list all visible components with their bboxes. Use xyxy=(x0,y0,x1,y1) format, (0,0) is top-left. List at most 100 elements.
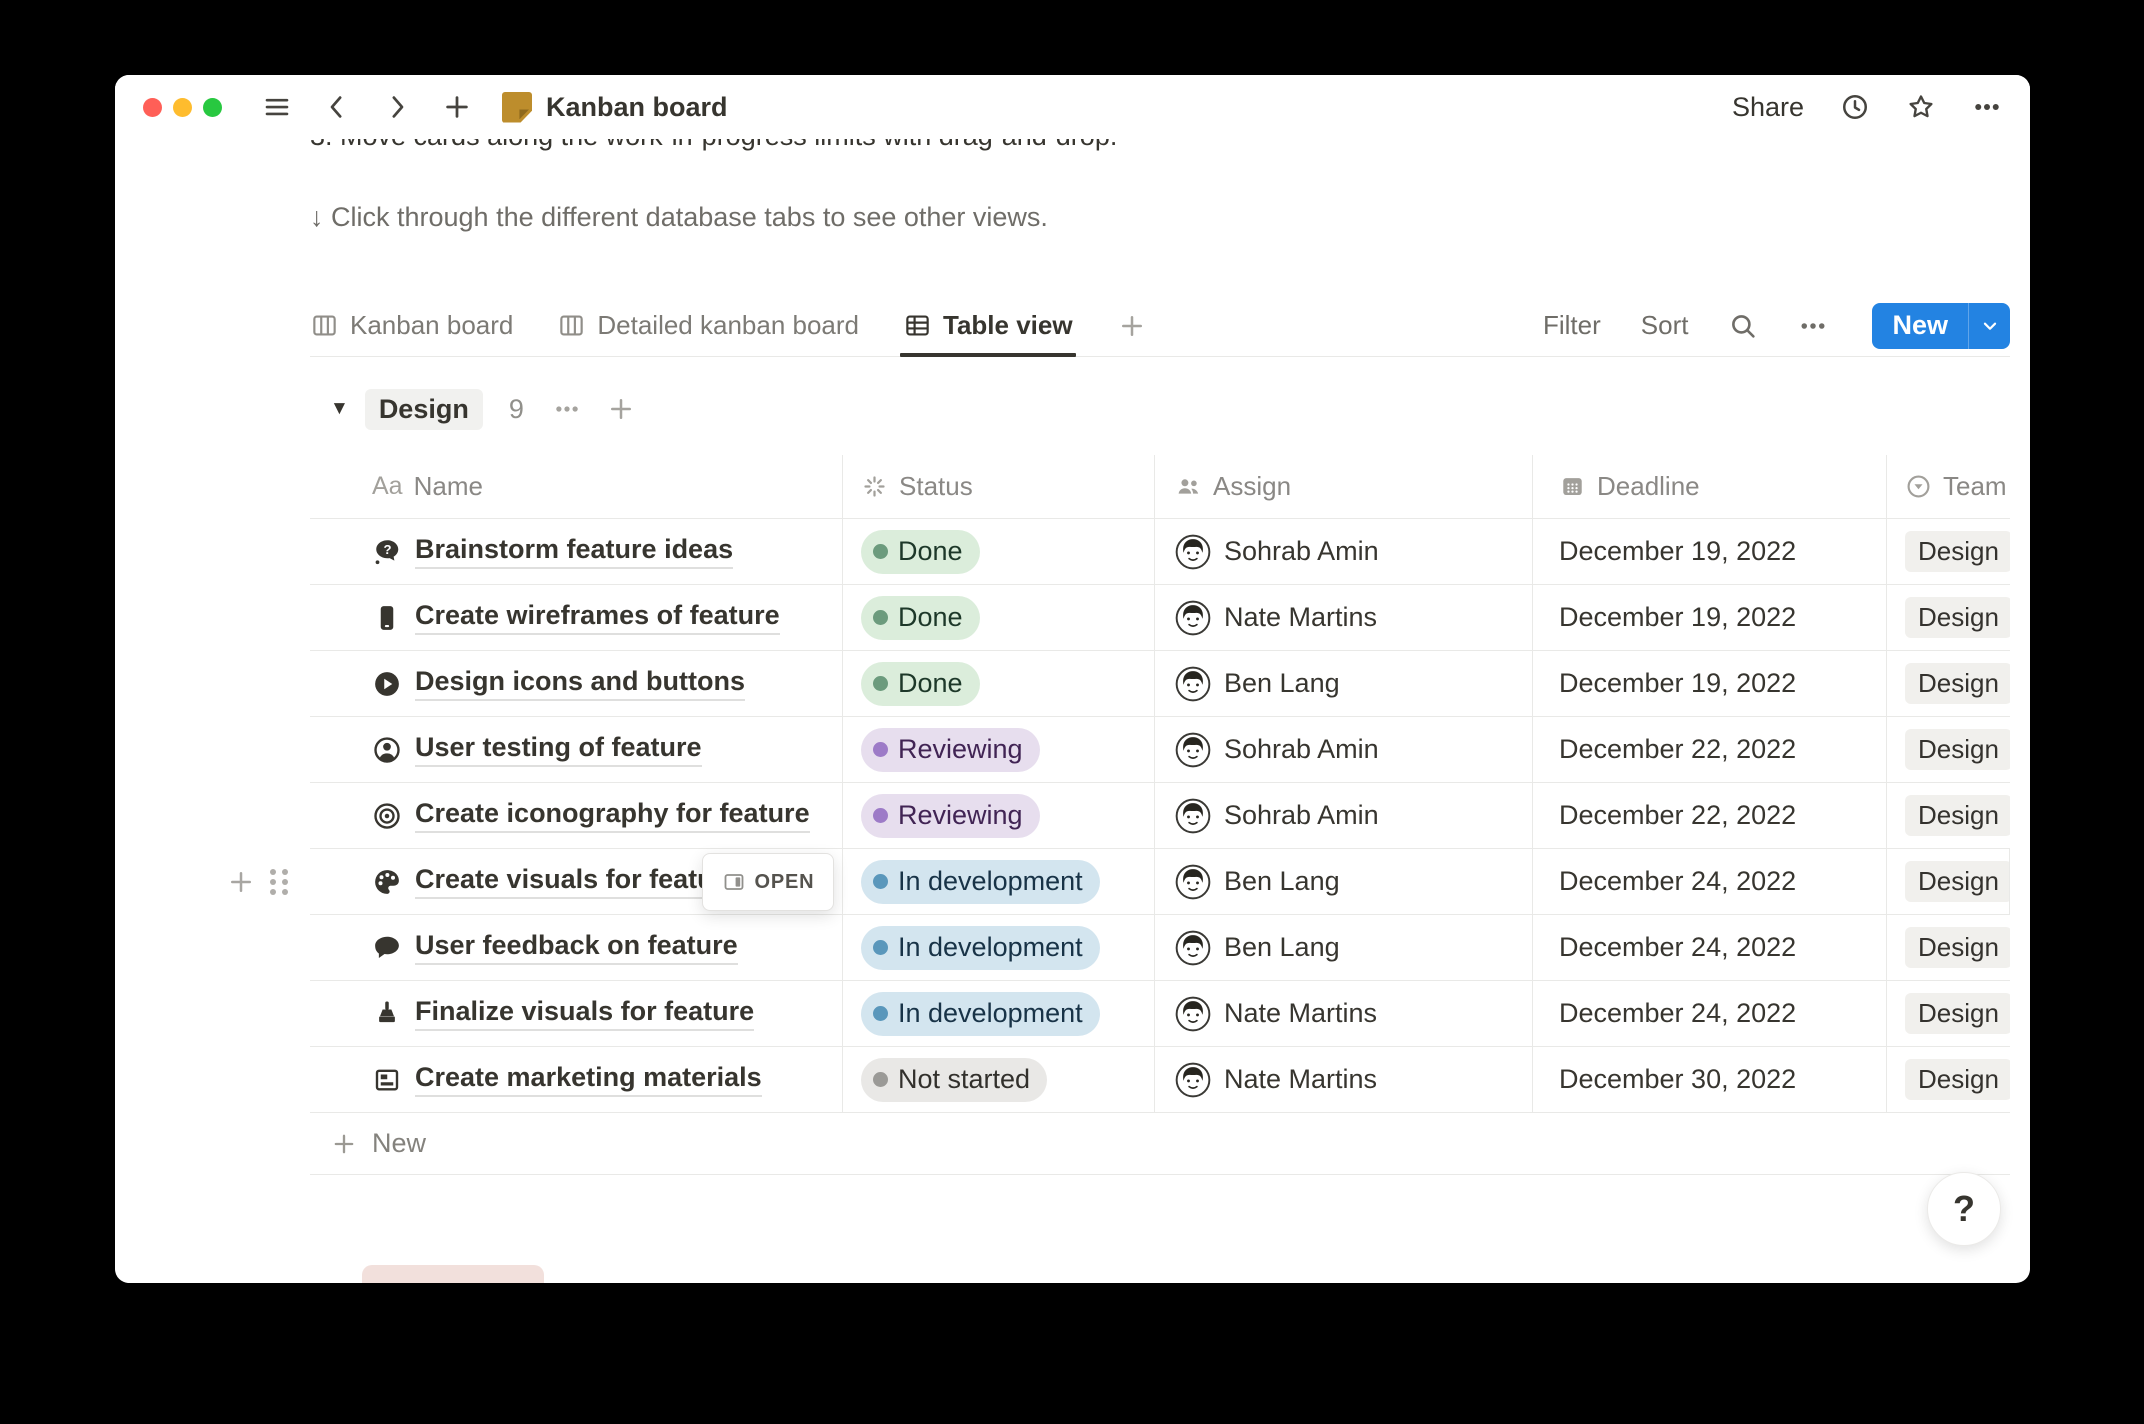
column-header-name[interactable]: AaName xyxy=(310,455,843,518)
task-title[interactable]: User feedback on feature xyxy=(415,930,738,965)
task-name-cell[interactable]: Create marketing materials xyxy=(310,1047,843,1112)
deadline-cell[interactable]: December 22, 2022 xyxy=(1533,717,1887,782)
share-button[interactable]: Share xyxy=(1732,92,1804,123)
table-row[interactable]: Create visuals for feature In development… xyxy=(310,849,2010,915)
task-title[interactable]: Design icons and buttons xyxy=(415,666,745,701)
deadline-cell[interactable]: December 22, 2022 xyxy=(1533,783,1887,848)
team-cell[interactable]: Design xyxy=(1887,783,2010,848)
status-badge[interactable]: Reviewing xyxy=(861,728,1040,772)
assign-cell[interactable]: Nate Martins xyxy=(1155,981,1533,1046)
deadline-cell[interactable]: December 24, 2022 xyxy=(1533,915,1887,980)
task-title[interactable]: Brainstorm feature ideas xyxy=(415,534,733,569)
team-cell[interactable]: Design xyxy=(1887,585,2010,650)
status-cell[interactable]: In development xyxy=(843,849,1155,914)
collapse-group-icon[interactable]: ▼ xyxy=(330,398,349,420)
task-title[interactable]: Finalize visuals for feature xyxy=(415,996,754,1031)
column-header-status[interactable]: Status xyxy=(843,455,1155,518)
deadline-cell[interactable]: December 24, 2022 xyxy=(1533,849,1887,914)
new-tab-icon[interactable] xyxy=(442,92,472,122)
status-cell[interactable]: Done xyxy=(843,651,1155,716)
sort-button[interactable]: Sort xyxy=(1641,310,1689,341)
open-button[interactable]: OPEN xyxy=(702,853,834,911)
assign-cell[interactable]: Sohrab Amin xyxy=(1155,519,1533,584)
deadline-cell[interactable]: December 24, 2022 xyxy=(1533,981,1887,1046)
view-options-icon[interactable] xyxy=(1798,311,1828,341)
favorite-star-icon[interactable] xyxy=(1906,92,1936,122)
status-cell[interactable]: Done xyxy=(843,519,1155,584)
status-cell[interactable]: Not started xyxy=(843,1047,1155,1112)
deadline-cell[interactable]: December 19, 2022 xyxy=(1533,651,1887,716)
table-row[interactable]: User testing of feature Reviewing Sohrab A… xyxy=(310,717,2010,783)
table-row[interactable]: Create wireframes of feature Done Nate Mar… xyxy=(310,585,2010,651)
status-cell[interactable]: In development xyxy=(843,981,1155,1046)
table-row[interactable]: Design icons and buttons Done Ben LangDece… xyxy=(310,651,2010,717)
task-title[interactable]: Create wireframes of feature xyxy=(415,600,780,635)
column-header-deadline[interactable]: Deadline xyxy=(1533,455,1887,518)
team-cell[interactable]: Design xyxy=(1887,651,2010,716)
search-icon[interactable] xyxy=(1728,311,1758,341)
assign-cell[interactable]: Ben Lang xyxy=(1155,651,1533,716)
tab-kanban-board[interactable]: Kanban board xyxy=(310,295,513,356)
table-row[interactable]: Finalize visuals for feature In developme… xyxy=(310,981,2010,1047)
team-cell[interactable]: Design xyxy=(1887,915,2010,980)
status-badge[interactable]: In development xyxy=(861,926,1100,970)
assign-cell[interactable]: Nate Martins xyxy=(1155,1047,1533,1112)
minimize-window-button[interactable] xyxy=(173,98,192,117)
status-badge[interactable]: Done xyxy=(861,596,980,640)
group-name-badge[interactable]: Design xyxy=(365,389,483,430)
status-cell[interactable]: In development xyxy=(843,915,1155,980)
team-cell[interactable]: Design xyxy=(1887,519,2010,584)
group-add-icon[interactable] xyxy=(606,394,636,424)
table-row[interactable]: Create marketing materials Not started Nat… xyxy=(310,1047,2010,1113)
team-cell[interactable]: Design xyxy=(1887,849,2010,914)
task-name-cell[interactable]: Create wireframes of feature xyxy=(310,585,843,650)
status-badge[interactable]: In development xyxy=(861,860,1100,904)
assign-cell[interactable]: Ben Lang xyxy=(1155,915,1533,980)
assign-cell[interactable]: Sohrab Amin xyxy=(1155,717,1533,782)
table-row[interactable]: ?Brainstorm feature ideas Done Sohrab Amin… xyxy=(310,519,2010,585)
team-cell[interactable]: Design xyxy=(1887,1047,2010,1112)
new-button-dropdown[interactable] xyxy=(1968,303,2010,349)
status-badge[interactable]: Not started xyxy=(861,1058,1047,1102)
assign-cell[interactable]: Ben Lang xyxy=(1155,849,1533,914)
status-badge[interactable]: Reviewing xyxy=(861,794,1040,838)
status-badge[interactable]: Done xyxy=(861,662,980,706)
column-header-team[interactable]: Team xyxy=(1887,455,2010,518)
zoom-window-button[interactable] xyxy=(203,98,222,117)
status-badge[interactable]: Done xyxy=(861,530,980,574)
status-badge[interactable]: In development xyxy=(861,992,1100,1036)
task-name-cell[interactable]: User testing of feature xyxy=(310,717,843,782)
help-button[interactable]: ? xyxy=(1927,1172,2001,1246)
assign-cell[interactable]: Sohrab Amin xyxy=(1155,783,1533,848)
task-title[interactable]: Create iconography for feature xyxy=(415,798,810,833)
group-options-icon[interactable] xyxy=(552,394,582,424)
new-button-label[interactable]: New xyxy=(1872,303,1968,349)
add-row-icon[interactable] xyxy=(226,867,256,897)
task-title[interactable]: Create marketing materials xyxy=(415,1062,762,1097)
table-row[interactable]: Create iconography for feature Reviewing S… xyxy=(310,783,2010,849)
tab-table-view[interactable]: Table view xyxy=(903,295,1073,356)
filter-button[interactable]: Filter xyxy=(1543,310,1601,341)
add-view-button[interactable] xyxy=(1117,311,1147,341)
task-name-cell[interactable]: ?Brainstorm feature ideas xyxy=(310,519,843,584)
task-title[interactable]: User testing of feature xyxy=(415,732,702,767)
assign-cell[interactable]: Nate Martins xyxy=(1155,585,1533,650)
status-cell[interactable]: Reviewing xyxy=(843,783,1155,848)
forward-icon[interactable] xyxy=(382,92,412,122)
task-name-cell[interactable]: User feedback on feature xyxy=(310,915,843,980)
task-name-cell[interactable]: Design icons and buttons xyxy=(310,651,843,716)
sidebar-menu-icon[interactable] xyxy=(262,92,292,122)
drag-handle-icon[interactable] xyxy=(270,869,288,895)
more-options-icon[interactable] xyxy=(1972,92,2002,122)
new-row-button[interactable]: New xyxy=(310,1113,2010,1175)
table-row[interactable]: User feedback on feature In development Be… xyxy=(310,915,2010,981)
back-icon[interactable] xyxy=(322,92,352,122)
close-window-button[interactable] xyxy=(143,98,162,117)
deadline-cell[interactable]: December 19, 2022 xyxy=(1533,519,1887,584)
new-button[interactable]: New xyxy=(1872,303,2010,349)
history-clock-icon[interactable] xyxy=(1840,92,1870,122)
team-cell[interactable]: Design xyxy=(1887,981,2010,1046)
tab-detailed-kanban-board[interactable]: Detailed kanban board xyxy=(557,295,859,356)
task-name-cell[interactable]: Create iconography for feature xyxy=(310,783,843,848)
task-title[interactable]: Create visuals for feature xyxy=(415,864,739,899)
